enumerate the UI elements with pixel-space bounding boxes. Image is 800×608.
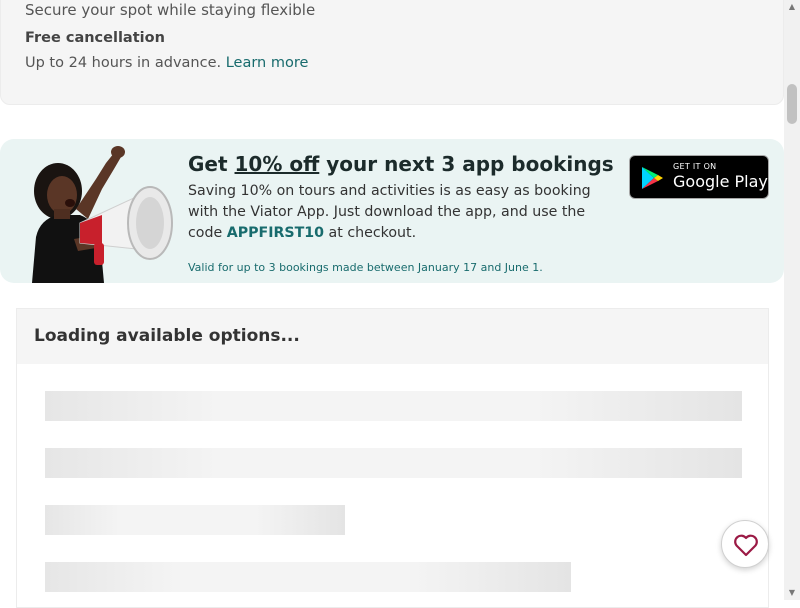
woman-with-megaphone-image xyxy=(32,146,173,283)
loading-skeleton-bar xyxy=(45,391,742,421)
promo-title-prefix: Get xyxy=(188,152,235,176)
cancellation-info-card: Secure your spot while staying flexible … xyxy=(0,0,784,105)
scroll-up-arrow-icon[interactable]: ▲ xyxy=(784,0,800,14)
loading-skeleton-bar xyxy=(45,562,571,592)
scroll-down-arrow-icon[interactable]: ▼ xyxy=(784,586,800,600)
options-header: Loading available options... xyxy=(17,309,768,364)
promo-body-suffix: at checkout. xyxy=(324,225,417,241)
loading-skeleton-bar xyxy=(45,505,345,535)
scroll-thumb[interactable] xyxy=(787,84,797,124)
promo-fine-print: Valid for up to 3 bookings made between … xyxy=(188,261,543,274)
heart-icon xyxy=(734,534,758,557)
page-scrollbar[interactable]: ▲ ▼ xyxy=(784,0,800,600)
loading-skeleton-bar xyxy=(45,448,742,478)
promo-code: APPFIRST10 xyxy=(226,225,325,241)
free-cancellation-title: Free cancellation xyxy=(25,30,165,46)
available-options-panel: Loading available options... xyxy=(16,308,769,608)
promo-discount: 10% off xyxy=(234,152,320,176)
learn-more-link[interactable]: Learn more xyxy=(226,55,309,71)
free-cancellation-details: Up to 24 hours in advance. Learn more xyxy=(25,55,308,71)
google-play-big-text: Google Play xyxy=(673,172,768,191)
favorite-button[interactable] xyxy=(721,520,769,568)
promo-title-suffix: your next 3 app bookings xyxy=(319,152,614,176)
free-cancellation-text: Up to 24 hours in advance. xyxy=(25,55,222,71)
options-title: Loading available options... xyxy=(34,326,300,346)
promo-body: Saving 10% on tours and activities is as… xyxy=(188,181,618,244)
promo-title: Get 10% off your next 3 app bookings xyxy=(188,152,614,176)
google-play-small-text: GET IT ON xyxy=(673,162,717,171)
google-play-button[interactable]: GET IT ON Google Play xyxy=(629,155,769,199)
google-play-icon xyxy=(642,167,663,189)
flexible-booking-text: Secure your spot while staying flexible xyxy=(25,1,316,19)
